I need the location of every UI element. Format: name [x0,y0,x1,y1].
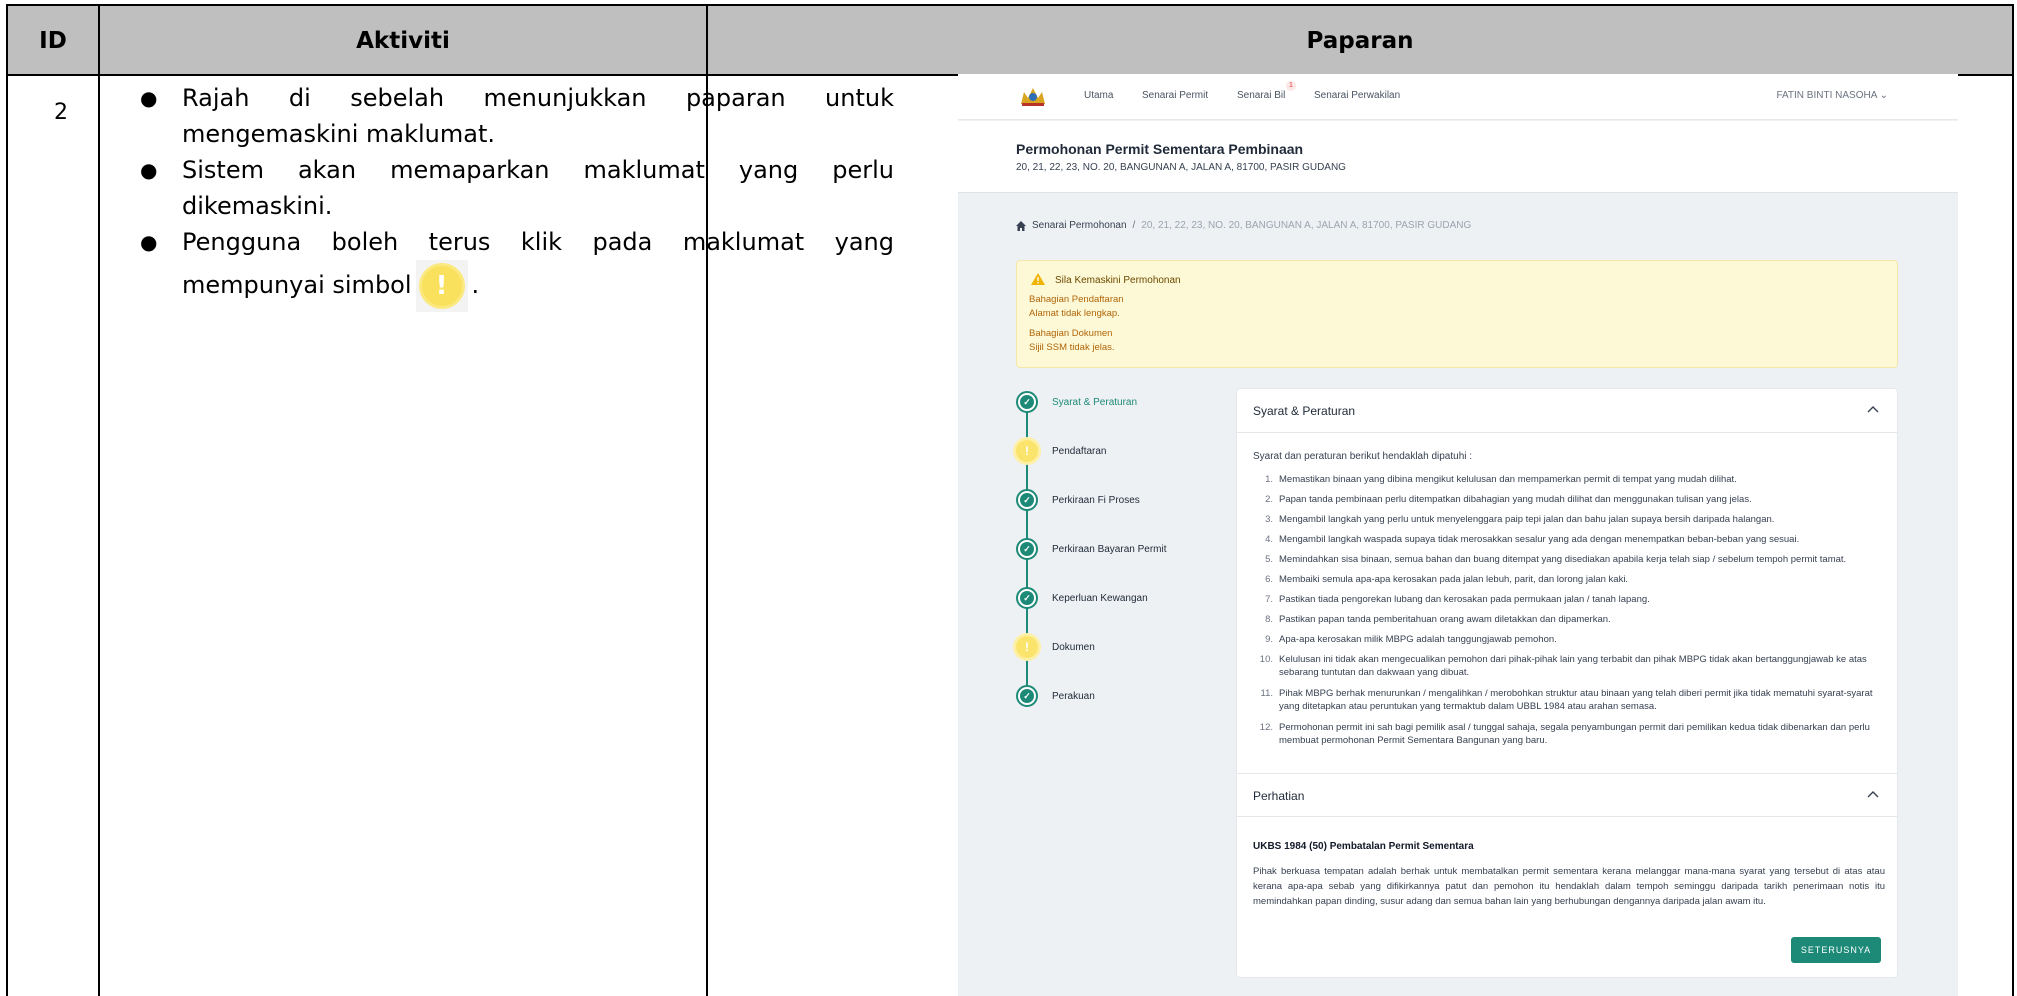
step-dokumen[interactable]: ! Dokumen [1016,635,1095,659]
content-card: Syarat & Peraturan Syarat dan peraturan … [1236,388,1898,978]
nav-item-senarai-bil[interactable]: Senarai Bil [1237,90,1285,101]
header-id: ID [39,28,67,54]
breadcrumb: Senarai Permohonan / 20, 21, 22, 23, NO.… [1016,220,1471,231]
nav-item-senarai-perwakilan[interactable]: Senarai Perwakilan [1314,90,1400,101]
terms-section-header[interactable]: Syarat & Peraturan [1237,389,1897,433]
update-alert: Sila Kemaskini Permohonan Bahagian Penda… [1016,260,1898,368]
warning-icon [1031,273,1045,285]
row-id: 2 [54,100,68,125]
page-header: Permohonan Permit Sementara Pembinaan 20… [958,121,1958,193]
page-address: 20, 21, 22, 23, NO. 20, BANGUNAN A, JALA… [1016,162,1346,173]
alert-line: Alamat tidak lengkap. [1029,308,1120,319]
breadcrumb-root[interactable]: Senarai Permohonan [1032,220,1127,231]
check-icon: ✓ [1016,538,1038,560]
nav-item-senarai-permit[interactable]: Senarai Permit [1142,90,1208,101]
step-pendaftaran[interactable]: ! Pendaftaran [1016,439,1107,463]
step-keperluan-kewangan[interactable]: ✓ Keperluan Kewangan [1016,586,1148,610]
terms-title: Syarat & Peraturan [1253,404,1356,418]
alert-title: Sila Kemaskini Permohonan [1055,275,1181,286]
breadcrumb-separator: / [1132,220,1136,231]
table-header-row: ID Aktiviti Paparan [8,6,2012,76]
alert-line[interactable]: Bahagian Dokumen [1029,328,1112,339]
step-perkiraan-bayaran-permit[interactable]: ✓ Perkiraan Bayaran Permit [1016,537,1167,561]
alert-line[interactable]: Bahagian Pendaftaran [1029,294,1124,305]
top-navbar: Utama Senarai Permit Senarai Bil 1 Senar… [958,74,1958,120]
notification-badge: 1 [1286,81,1296,91]
check-icon: ✓ [1016,587,1038,609]
app-screenshot: Utama Senarai Permit Senarai Bil 1 Senar… [958,74,1958,996]
activity-item: ● Rajah di sebelah menunjukkan paparan un… [140,84,894,148]
notice-section-header[interactable]: Perhatian [1237,773,1897,817]
chevron-down-icon: ⌄ [1879,90,1888,101]
breadcrumb-current: 20, 21, 22, 23, NO. 20, BANGUNAN A, JALA… [1141,220,1472,231]
nav-item-utama[interactable]: Utama [1084,90,1113,101]
column-divider [98,6,100,996]
chevron-up-icon[interactable] [1867,405,1879,413]
warning-icon: ! [1016,636,1038,658]
header-activity: Aktiviti [356,28,450,54]
user-menu[interactable]: FATIN BINTI NASOHA ⌄ [1776,90,1888,101]
check-icon: ✓ [1016,489,1038,511]
notice-title: Perhatian [1253,789,1305,803]
activity-item: ● Pengguna boleh terus klik pada maklumat… [136,224,894,312]
home-icon [1016,220,1026,231]
next-button[interactable]: SETERUSNYA [1791,937,1881,963]
user-name: FATIN BINTI NASOHA [1776,90,1877,101]
chevron-up-icon[interactable] [1867,790,1879,798]
activity-item: ● Sistem akan memaparkan maklumat yang pe… [140,156,894,220]
page-title: Permohonan Permit Sementara Pembinaan [1016,141,1304,157]
check-icon: ✓ [1016,685,1038,707]
notice-body: Pihak berkuasa tempatan adalah berhak un… [1253,866,1885,907]
crest-logo-icon [1021,88,1045,106]
activity-list: ● Rajah di sebelah menunjukkan paparan un… [136,80,894,312]
header-display: Paparan [1306,28,1414,54]
alert-line: Sijil SSM tidak jelas. [1029,342,1115,353]
notice-subtitle: UKBS 1984 (50) Pembatalan Permit Sementa… [1253,841,1474,852]
terms-intro: Syarat dan peraturan berikut hendaklah d… [1253,451,1473,462]
step-perakuan[interactable]: ✓ Perakuan [1016,684,1095,708]
step-syarat-peraturan[interactable]: ✓ Syarat & Peraturan [1016,390,1137,414]
warning-icon: ! [1016,440,1038,462]
warning-symbol-icon: ! [415,260,468,312]
step-perkiraan-fi-proses[interactable]: ✓ Perkiraan Fi Proses [1016,488,1140,512]
check-icon: ✓ [1016,391,1038,413]
